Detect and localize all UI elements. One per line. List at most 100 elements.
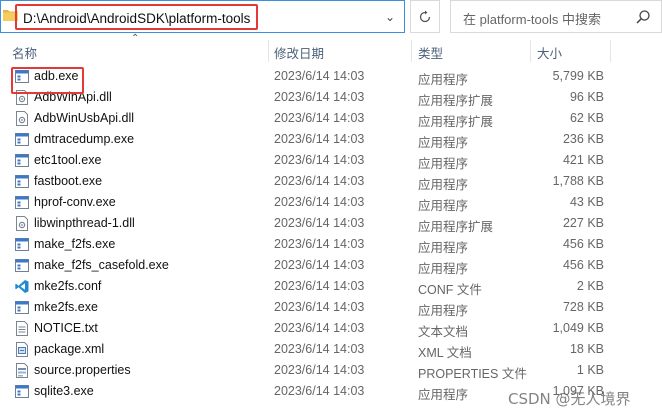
file-date: 2023/6/14 14:03 — [274, 153, 365, 167]
file-size: 5,799 KB — [552, 69, 604, 83]
table-row[interactable]: AdbWinUsbApi.dll 2023/6/14 14:03 应用程序扩展 62 … — [0, 108, 662, 129]
table-row[interactable]: adb.exe 2023/6/14 14:03 应用程序 5,799 KB — [0, 66, 662, 87]
file-type: 应用程序 — [418, 388, 469, 402]
column-header-name[interactable]: 名称 — [12, 43, 37, 62]
file-size: 421 KB — [562, 153, 604, 167]
table-row[interactable]: hprof-conv.exe 2023/6/14 14:03 应用程序 43 KB — [0, 192, 662, 213]
file-date: 2023/6/14 14:03 — [274, 195, 365, 209]
table-row[interactable]: AdbWinApi.dll 2023/6/14 14:03 应用程序扩展 96 KB — [0, 87, 662, 108]
file-type: 应用程序 — [418, 73, 469, 87]
exe-icon — [15, 174, 29, 189]
file-date: 2023/6/14 14:03 — [274, 342, 365, 356]
column-header-size[interactable]: 大小 — [537, 43, 562, 62]
column-divider[interactable] — [411, 40, 412, 62]
file-date: 2023/6/14 14:03 — [274, 258, 365, 272]
file-name: libwinpthread-1.dll — [34, 216, 135, 230]
address-path[interactable]: D:\Android\AndroidSDK\platform-tools — [15, 4, 259, 30]
file-size: 236 KB — [562, 132, 604, 146]
file-type: 应用程序 — [418, 199, 469, 213]
column-header-row: 名称 修改日期 类型 大小 — [0, 40, 662, 62]
address-bar[interactable]: D:\Android\AndroidSDK\platform-tools ⌄ — [0, 0, 405, 33]
file-name: dmtracedump.exe — [34, 132, 135, 146]
column-header-type[interactable]: 类型 — [418, 43, 443, 62]
file-type: 应用程序 — [418, 304, 469, 318]
table-row[interactable]: mke2fs.conf 2023/6/14 14:03 CONF 文件 2 KB — [0, 276, 662, 297]
file-date: 2023/6/14 14:03 — [274, 132, 365, 146]
file-size: 1 KB — [576, 363, 604, 377]
column-divider[interactable] — [610, 40, 611, 62]
column-divider[interactable] — [268, 40, 269, 62]
file-size: 728 KB — [562, 300, 604, 314]
file-size: 18 KB — [569, 342, 604, 356]
file-size: 1,049 KB — [552, 321, 604, 335]
file-name: source.properties — [34, 363, 131, 377]
file-name: hprof-conv.exe — [34, 195, 116, 209]
xml-icon — [15, 342, 29, 357]
table-row[interactable]: package.xml 2023/6/14 14:03 XML 文档 18 KB — [0, 339, 662, 360]
file-date: 2023/6/14 14:03 — [274, 384, 365, 398]
file-size: 1,788 KB — [552, 174, 604, 188]
exe-icon — [15, 195, 29, 210]
table-row[interactable]: make_f2fs_casefold.exe 2023/6/14 14:03 应用程… — [0, 255, 662, 276]
table-row[interactable]: make_f2fs.exe 2023/6/14 14:03 应用程序 456 KB — [0, 234, 662, 255]
file-name: package.xml — [34, 342, 105, 356]
refresh-button[interactable] — [410, 0, 440, 33]
file-date: 2023/6/14 14:03 — [274, 363, 365, 377]
vscode-icon — [15, 279, 29, 294]
file-type: 应用程序 — [418, 136, 469, 150]
dll-icon — [15, 216, 29, 231]
file-list: adb.exe 2023/6/14 14:03 应用程序 5,799 KB AdbWin… — [0, 66, 662, 402]
file-name: make_f2fs_casefold.exe — [34, 258, 169, 272]
file-date: 2023/6/14 14:03 — [274, 174, 365, 188]
dll-icon — [15, 111, 29, 126]
file-date: 2023/6/14 14:03 — [274, 321, 365, 335]
file-size: 96 KB — [569, 90, 604, 104]
file-type: 应用程序 — [418, 178, 469, 192]
watermark: CSDN @无人境界 — [508, 390, 631, 408]
file-type: 应用程序 — [418, 241, 469, 255]
column-header-date[interactable]: 修改日期 — [274, 43, 324, 62]
table-row[interactable]: dmtracedump.exe 2023/6/14 14:03 应用程序 236 KB — [0, 129, 662, 150]
toolbar: D:\Android\AndroidSDK\platform-tools ⌄ 在… — [0, 0, 662, 34]
table-row[interactable]: NOTICE.txt 2023/6/14 14:03 文本文档 1,049 KB — [0, 318, 662, 339]
file-type: 应用程序 — [418, 262, 469, 276]
file-date: 2023/6/14 14:03 — [274, 216, 365, 230]
exe-icon — [15, 237, 29, 252]
file-name: mke2fs.exe — [34, 300, 98, 314]
file-name: make_f2fs.exe — [34, 237, 116, 251]
file-date: 2023/6/14 14:03 — [274, 279, 365, 293]
search-box[interactable]: 在 platform-tools 中搜索 — [450, 0, 662, 33]
properties-icon — [15, 363, 29, 378]
exe-icon — [15, 132, 29, 147]
file-type: PROPERTIES 文件 — [418, 367, 527, 381]
chevron-down-icon[interactable]: ⌄ — [381, 7, 399, 27]
table-row[interactable]: libwinpthread-1.dll 2023/6/14 14:03 应用程序扩展… — [0, 213, 662, 234]
file-type: 应用程序扩展 — [418, 94, 494, 108]
file-name: sqlite3.exe — [34, 384, 94, 398]
table-row[interactable]: source.properties 2023/6/14 14:03 PROPERTI… — [0, 360, 662, 381]
file-size: 43 KB — [569, 195, 604, 209]
file-size: 62 KB — [569, 111, 604, 125]
file-name: fastboot.exe — [34, 174, 103, 188]
search-input[interactable]: 在 platform-tools 中搜索 — [463, 9, 601, 28]
exe-icon — [15, 258, 29, 273]
refresh-icon — [419, 10, 431, 23]
file-name: etc1tool.exe — [34, 153, 102, 167]
file-size: 2 KB — [576, 279, 604, 293]
file-type: 应用程序扩展 — [418, 220, 494, 234]
file-date: 2023/6/14 14:03 — [274, 90, 365, 104]
column-divider[interactable] — [530, 40, 531, 62]
search-icon[interactable] — [635, 9, 651, 25]
file-date: 2023/6/14 14:03 — [274, 69, 365, 83]
table-row[interactable]: mke2fs.exe 2023/6/14 14:03 应用程序 728 KB — [0, 297, 662, 318]
file-type: 应用程序扩展 — [418, 115, 494, 129]
table-row[interactable]: etc1tool.exe 2023/6/14 14:03 应用程序 421 KB — [0, 150, 662, 171]
file-type: XML 文档 — [418, 346, 472, 360]
highlight-box — [11, 67, 84, 94]
exe-icon — [15, 384, 29, 399]
file-size: 227 KB — [562, 216, 604, 230]
exe-icon — [15, 300, 29, 315]
file-size: 456 KB — [562, 237, 604, 251]
file-date: 2023/6/14 14:03 — [274, 300, 365, 314]
table-row[interactable]: fastboot.exe 2023/6/14 14:03 应用程序 1,788 KB — [0, 171, 662, 192]
